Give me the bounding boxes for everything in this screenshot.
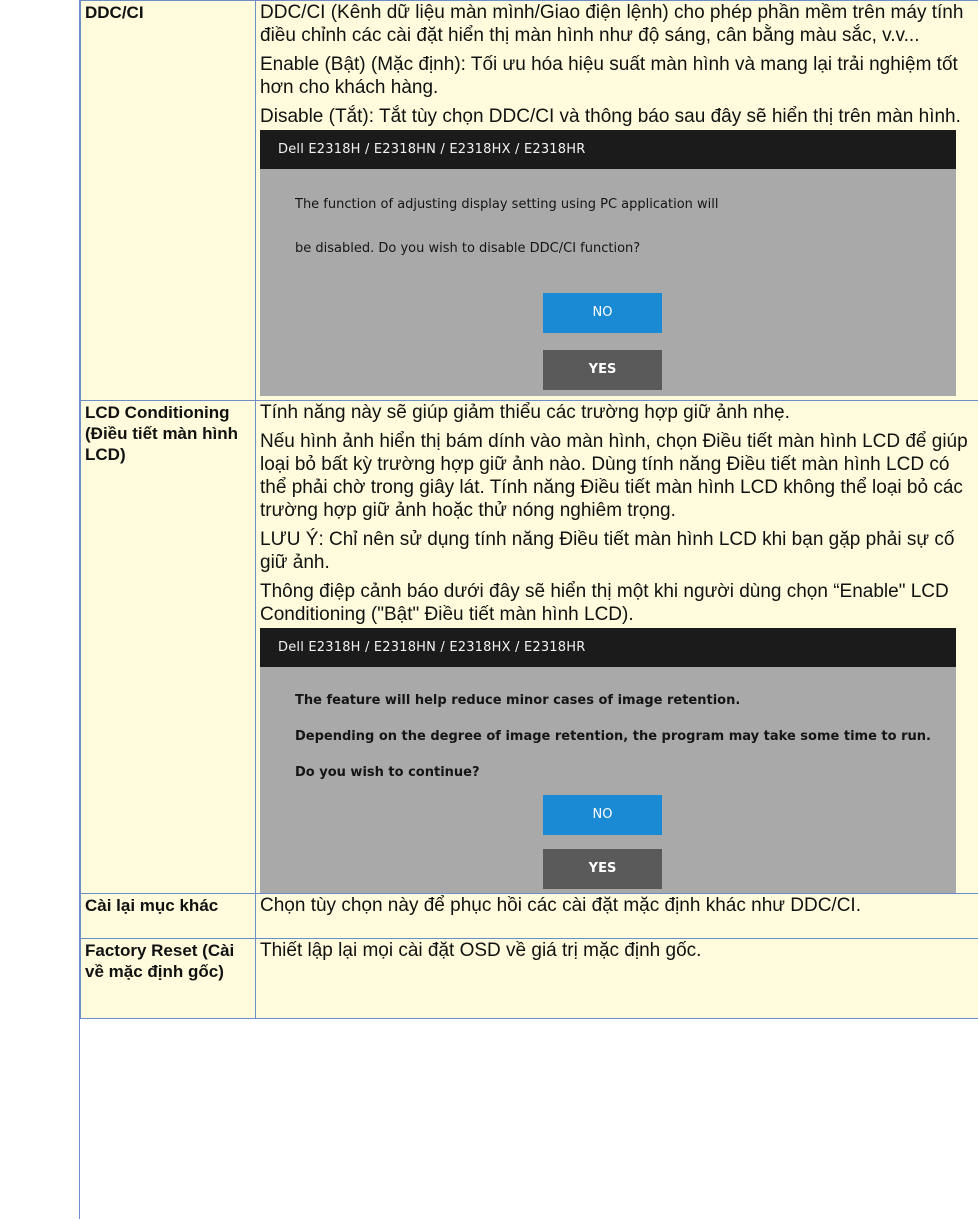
dialog-yes-button[interactable]: YES xyxy=(543,350,662,390)
row-description-cell: DDC/CI (Kênh dữ liệu màn mình/Giao điện … xyxy=(255,0,978,401)
description-paragraph: DDC/CI (Kênh dữ liệu màn mình/Giao điện … xyxy=(260,2,964,46)
table-row-reset-other: Cài lại mục khác Chọn tùy chọn này để ph… xyxy=(80,893,978,939)
row-label-cell: Factory Reset (Cài về mặc định gốc) xyxy=(80,938,256,1019)
dialog-message-line: be disabled. Do you wish to disable DDC/… xyxy=(295,241,641,256)
row-description-cell: Tính năng này sẽ giúp giảm thiểu các trư… xyxy=(255,400,978,894)
left-margin-column xyxy=(0,0,80,1219)
osd-dialog-screenshot: Dell E2318H / E2318HN / E2318HX / E2318H… xyxy=(260,628,956,893)
description-paragraph: LƯU Ý: Chỉ nên sử dụng tính năng Điều ti… xyxy=(260,529,955,573)
dialog-message-line: The function of adjusting display settin… xyxy=(295,197,719,212)
row-label: Cài lại mục khác xyxy=(85,896,219,915)
row-description-cell: Chọn tùy chọn này để phục hồi các cài đặ… xyxy=(255,893,978,939)
description-paragraph: Thông điệp cảnh báo dưới đây sẽ hiển thị… xyxy=(260,581,949,625)
description-paragraph: Thiết lập lại mọi cài đặt OSD về giá trị… xyxy=(260,940,702,961)
settings-table: DDC/CI DDC/CI (Kênh dữ liệu màn mình/Gia… xyxy=(80,0,978,1019)
dialog-message-line: Do you wish to continue? xyxy=(295,765,480,780)
row-label-cell: LCD Conditioning (Điều tiết màn hình LCD… xyxy=(80,400,256,894)
dialog-yes-button[interactable]: YES xyxy=(543,849,662,889)
table-row-ddc-ci: DDC/CI DDC/CI (Kênh dữ liệu màn mình/Gia… xyxy=(80,0,978,401)
dialog-message-line: The feature will help reduce minor cases… xyxy=(295,693,741,708)
dialog-title-bar: Dell E2318H / E2318HN / E2318HX / E2318H… xyxy=(260,628,956,667)
row-label: Factory Reset (Cài về mặc định gốc) xyxy=(85,941,235,981)
row-label-cell: Cài lại mục khác xyxy=(80,893,256,939)
description-paragraph: Tính năng này sẽ giúp giảm thiểu các trư… xyxy=(260,402,790,423)
row-label-cell: DDC/CI xyxy=(80,0,256,401)
row-description-cell: Thiết lập lại mọi cài đặt OSD về giá trị… xyxy=(255,938,978,1019)
dialog-no-button[interactable]: NO xyxy=(543,293,662,333)
row-label: LCD Conditioning (Điều tiết màn hình LCD… xyxy=(85,403,238,464)
description-paragraph: Nếu hình ảnh hiển thị bám dính vào màn h… xyxy=(260,431,968,521)
dialog-message-line: Depending on the degree of image retenti… xyxy=(295,729,931,744)
description-paragraph: Enable (Bật) (Mặc định): Tối ưu hóa hiệu… xyxy=(260,54,958,98)
osd-dialog-screenshot: Dell E2318H / E2318HN / E2318HX / E2318H… xyxy=(260,130,956,396)
row-label: DDC/CI xyxy=(85,3,144,22)
description-paragraph: Chọn tùy chọn này để phục hồi các cài đặ… xyxy=(260,895,861,916)
table-row-lcd-conditioning: LCD Conditioning (Điều tiết màn hình LCD… xyxy=(80,400,978,894)
dialog-title-bar: Dell E2318H / E2318HN / E2318HX / E2318H… xyxy=(260,130,956,169)
description-paragraph: Disable (Tắt): Tắt tùy chọn DDC/CI và th… xyxy=(260,106,961,127)
dialog-no-button[interactable]: NO xyxy=(543,795,662,835)
table-row-factory-reset: Factory Reset (Cài về mặc định gốc) Thiế… xyxy=(80,938,978,1019)
